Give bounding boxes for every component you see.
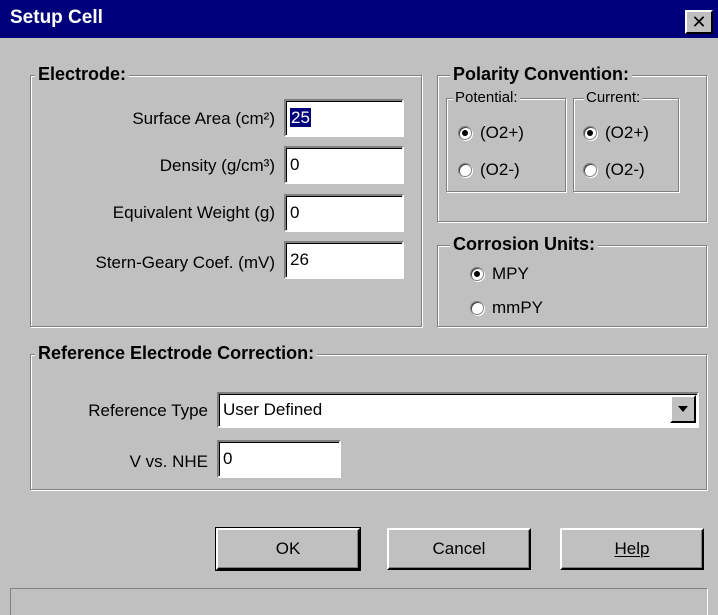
ok-button-label: OK <box>275 539 301 558</box>
nhe-input[interactable]: 0 <box>217 440 341 478</box>
reference-type-dropdown-button[interactable] <box>670 395 696 423</box>
polarity-legend: Polarity Convention: <box>450 64 633 85</box>
close-icon: ✕ <box>691 12 707 32</box>
density-input[interactable]: 0 <box>284 146 404 184</box>
mpy-radio[interactable]: MPY <box>470 264 529 284</box>
reference-legend: Reference Electrode Correction: <box>35 343 318 364</box>
mmpy-radio[interactable]: mmPY <box>470 298 543 318</box>
corrosion-units-legend: Corrosion Units: <box>450 234 598 255</box>
current-o2-minus-label: (O2-) <box>605 160 645 179</box>
current-o2-minus-radio[interactable]: (O2-) <box>583 160 645 180</box>
cancel-button[interactable]: Cancel <box>387 528 531 570</box>
potential-o2-minus-radio[interactable]: (O2-) <box>458 160 520 180</box>
mpy-label: MPY <box>492 264 529 283</box>
nhe-label: V vs. NHE <box>129 452 208 471</box>
dialog-title: Setup Cell <box>10 7 103 28</box>
equivalent-weight-input[interactable]: 0 <box>284 194 404 232</box>
radio-button <box>470 301 484 315</box>
reference-type-value: User Defined <box>217 392 699 428</box>
current-o2-plus-label: (O2+) <box>605 123 649 142</box>
status-bar <box>10 588 708 615</box>
reference-type-select[interactable]: User Defined <box>217 392 699 428</box>
current-o2-plus-radio[interactable]: (O2+) <box>583 123 649 143</box>
current-legend: Current: <box>584 89 643 106</box>
title-bar[interactable]: Setup Cell ✕ <box>0 0 718 38</box>
chevron-down-icon <box>678 406 688 412</box>
close-button[interactable]: ✕ <box>685 10 713 34</box>
density-label: Density (g/cm³) <box>159 156 275 175</box>
cancel-button-label: Cancel <box>432 539 486 558</box>
equivalent-weight-label: Equivalent Weight (g) <box>112 203 275 222</box>
help-button[interactable]: Help <box>560 528 704 570</box>
radio-button-checked <box>458 126 472 140</box>
radio-button-checked <box>470 267 484 281</box>
surface-area-value: 25 <box>290 108 311 127</box>
potential-o2-plus-radio[interactable]: (O2+) <box>458 123 524 143</box>
radio-button-checked <box>583 126 597 140</box>
ok-button[interactable]: OK <box>215 527 361 571</box>
surface-area-input[interactable]: 25 <box>284 99 404 137</box>
radio-button <box>458 163 472 177</box>
setup-cell-dialog: Setup Cell ✕ Electrode: Surface Area (cm… <box>0 0 718 615</box>
potential-o2-minus-label: (O2-) <box>480 160 520 179</box>
radio-button <box>583 163 597 177</box>
mmpy-label: mmPY <box>492 298 543 317</box>
potential-legend: Potential: <box>453 89 520 106</box>
stern-geary-input[interactable]: 26 <box>284 241 404 279</box>
stern-geary-label: Stern-Geary Coef. (mV) <box>95 253 276 272</box>
electrode-legend: Electrode: <box>35 64 130 85</box>
help-button-label: Help <box>614 539 650 558</box>
surface-area-label: Surface Area (cm²) <box>132 109 275 128</box>
potential-o2-plus-label: (O2+) <box>480 123 524 142</box>
reference-type-label: Reference Type <box>88 401 208 420</box>
